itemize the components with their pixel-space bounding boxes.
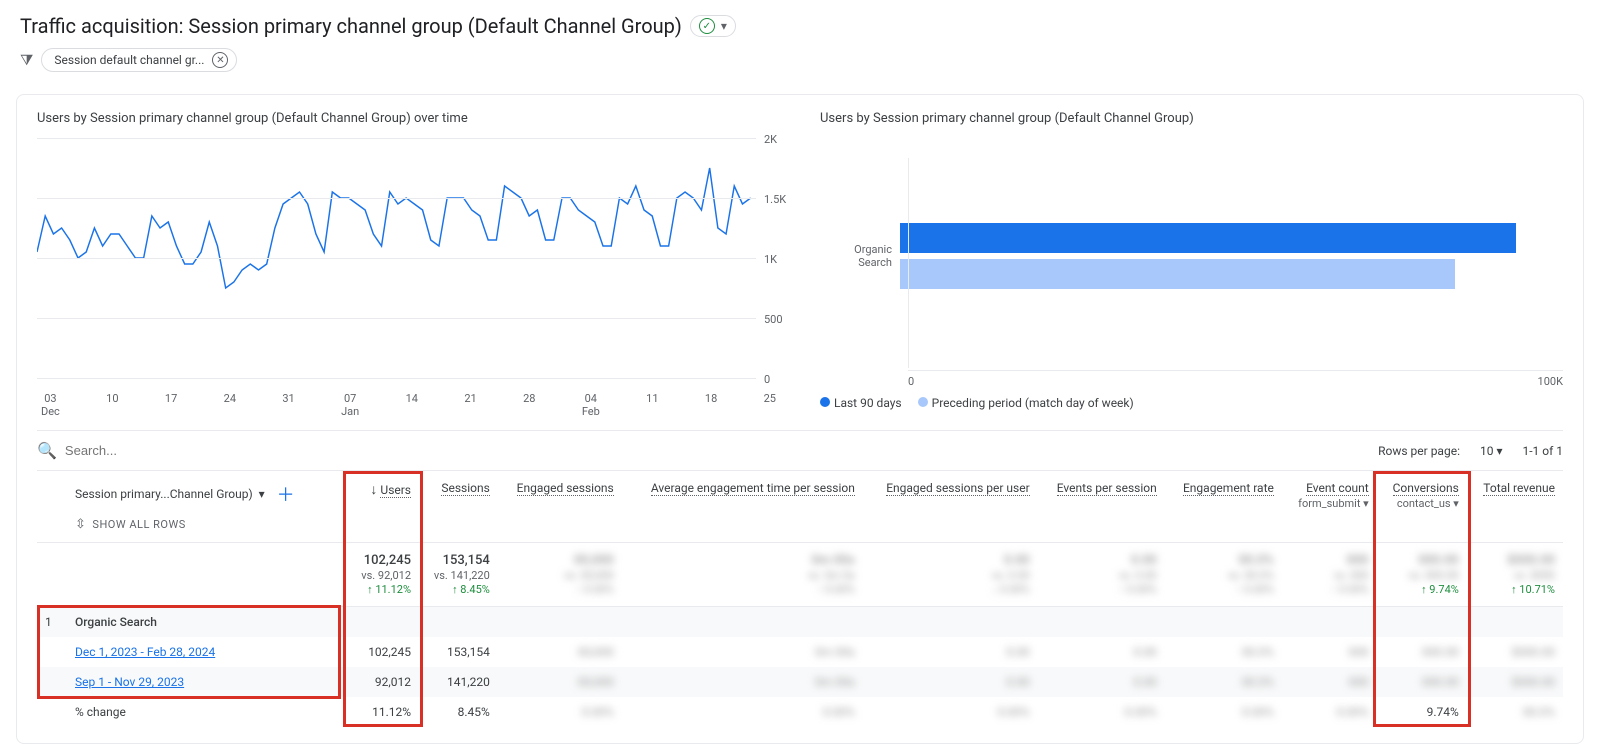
period1-label[interactable]: Dec 1, 2023 - Feb 28, 2024: [75, 645, 215, 659]
bar-x-max: 100K: [1538, 375, 1563, 388]
bar-chart-title: Users by Session primary channel group (…: [820, 111, 1563, 126]
bar-current: [900, 223, 1516, 253]
add-dimension-icon[interactable]: ＋: [277, 481, 295, 507]
filter-icon[interactable]: ⧩: [20, 51, 33, 69]
line-chart[interactable]: 2K1.5K1K5000: [37, 138, 780, 388]
line-chart-title: Users by Session primary channel group (…: [37, 111, 780, 126]
dimension-label[interactable]: Session primary...Channel Group) ▾: [75, 487, 265, 501]
filter-chip[interactable]: Session default channel gr... ✕: [41, 48, 237, 72]
table-row: 1 Organic Search: [37, 607, 1563, 638]
col-avg-engagement[interactable]: Average engagement time per session: [622, 471, 863, 543]
change-label: % change: [67, 697, 347, 727]
line-chart-panel: Users by Session primary channel group (…: [37, 111, 780, 418]
col-engagement-rate[interactable]: Engagement rate: [1165, 471, 1282, 543]
close-icon[interactable]: ✕: [212, 52, 228, 68]
expand-icon: ⇳: [75, 517, 86, 532]
table-row: Dec 1, 2023 - Feb 28, 2024 102,245 153,1…: [37, 637, 1563, 667]
show-all-rows[interactable]: ⇳ SHOW ALL ROWS: [75, 517, 339, 532]
data-table: Session primary...Channel Group) ▾ ＋ ⇳ S…: [37, 471, 1563, 727]
summary-row: 102,245 vs. 92,012 ↑ 11.12% 153,154 vs. …: [37, 543, 1563, 607]
bar-prev: [900, 259, 1455, 289]
search-input[interactable]: [65, 443, 265, 458]
search-box[interactable]: 🔍: [37, 441, 265, 460]
table-row: Sep 1 - Nov 29, 2023 92,012 141,220 00,0…: [37, 667, 1563, 697]
rows-per-page-label: Rows per page:: [1378, 444, 1460, 458]
col-engaged-sessions[interactable]: Engaged sessions: [498, 471, 622, 543]
bar-chart[interactable]: Organic Search 0 100K: [820, 138, 1563, 388]
checkmark-icon: ✓: [699, 18, 715, 34]
page-title: Traffic acquisition: Session primary cha…: [20, 14, 1580, 38]
period2-label[interactable]: Sep 1 - Nov 29, 2023: [75, 675, 184, 689]
col-conversions[interactable]: Conversionscontact_us ▾: [1377, 471, 1467, 543]
col-engaged-per-user[interactable]: Engaged sessions per user: [863, 471, 1038, 543]
col-sessions[interactable]: Sessions: [419, 471, 498, 543]
chevron-down-icon: ▾: [721, 19, 727, 33]
rows-per-page-select[interactable]: 10 ▾: [1480, 444, 1503, 458]
table-row: % change 11.12% 8.45% 0.00%0.00%0.00%0.0…: [37, 697, 1563, 727]
bar-category: Organic Search: [820, 243, 900, 269]
col-total-revenue[interactable]: Total revenue: [1467, 471, 1563, 543]
title-badge[interactable]: ✓ ▾: [690, 15, 736, 37]
page-indicator: 1-1 of 1: [1522, 444, 1563, 458]
col-event-count[interactable]: Event countform_submit ▾: [1282, 471, 1377, 543]
bar-x-min: 0: [908, 375, 914, 388]
search-icon: 🔍: [37, 441, 57, 460]
col-events-per-session[interactable]: Events per session: [1038, 471, 1165, 543]
bar-chart-panel: Users by Session primary channel group (…: [820, 111, 1563, 418]
channel-name: Organic Search: [67, 607, 347, 638]
col-users[interactable]: ↓ Users: [347, 471, 419, 543]
bar-legend: Last 90 days Preceding period (match day…: [820, 396, 1563, 410]
